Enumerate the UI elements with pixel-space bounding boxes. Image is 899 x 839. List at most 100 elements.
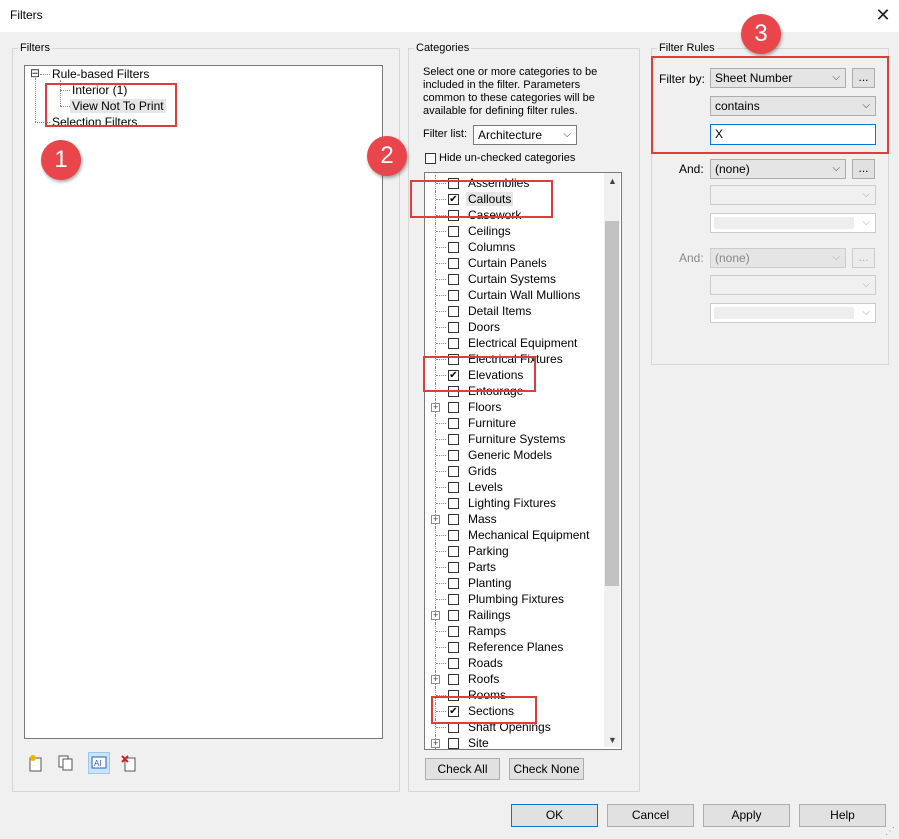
and2-select[interactable]: (none) ⌵ bbox=[710, 248, 846, 268]
filter-list-select[interactable]: Architecture ⌵ bbox=[473, 125, 577, 145]
category-item[interactable]: Doors bbox=[425, 319, 603, 335]
category-checkbox[interactable] bbox=[448, 322, 459, 333]
expand-icon[interactable]: + bbox=[431, 515, 440, 524]
category-item[interactable]: Detail Items bbox=[425, 303, 603, 319]
and1-operator-select[interactable]: ⌵ bbox=[710, 185, 876, 205]
category-checkbox[interactable] bbox=[448, 578, 459, 589]
category-checkbox[interactable] bbox=[448, 610, 459, 621]
category-item[interactable]: Curtain Systems bbox=[425, 271, 603, 287]
category-item[interactable]: + Floors bbox=[425, 399, 603, 415]
check-all-button[interactable]: Check All bbox=[425, 758, 500, 780]
scroll-thumb[interactable] bbox=[605, 221, 619, 586]
and2-ellipsis-button[interactable]: ... bbox=[852, 248, 875, 268]
help-button[interactable]: Help bbox=[799, 804, 886, 827]
category-item[interactable]: Curtain Wall Mullions bbox=[425, 287, 603, 303]
category-item[interactable]: Ramps bbox=[425, 623, 603, 639]
category-checkbox[interactable] bbox=[448, 530, 459, 541]
category-checkbox[interactable] bbox=[448, 626, 459, 637]
cancel-button[interactable]: Cancel bbox=[607, 804, 694, 827]
scroll-down-icon[interactable]: ▼ bbox=[608, 735, 617, 745]
category-checkbox[interactable] bbox=[448, 402, 459, 413]
category-checkbox[interactable] bbox=[448, 450, 459, 461]
category-checkbox[interactable] bbox=[448, 338, 459, 349]
category-item[interactable]: Electrical Equipment bbox=[425, 335, 603, 351]
category-checkbox[interactable] bbox=[448, 546, 459, 557]
expand-icon[interactable]: + bbox=[431, 675, 440, 684]
category-checkbox[interactable] bbox=[448, 434, 459, 445]
category-item[interactable]: Curtain Panels bbox=[425, 255, 603, 271]
category-checkbox[interactable] bbox=[448, 642, 459, 653]
close-icon[interactable]: ✕ bbox=[872, 3, 894, 27]
expand-icon[interactable]: + bbox=[431, 739, 440, 748]
category-label: Parking bbox=[468, 544, 509, 558]
category-item[interactable]: Planting bbox=[425, 575, 603, 591]
filter-list-value: Architecture bbox=[478, 128, 543, 142]
category-checkbox[interactable] bbox=[448, 306, 459, 317]
expand-icon[interactable]: + bbox=[431, 611, 440, 620]
and2-operator-select[interactable]: ⌵ bbox=[710, 275, 876, 295]
category-item[interactable]: Furniture bbox=[425, 415, 603, 431]
category-checkbox[interactable] bbox=[448, 674, 459, 685]
hide-unchecked-checkbox[interactable] bbox=[425, 153, 436, 164]
tree-connector bbox=[436, 535, 446, 536]
annotation-badge-2: 2 bbox=[367, 136, 407, 176]
category-checkbox[interactable] bbox=[448, 466, 459, 477]
tree-connector bbox=[35, 78, 36, 122]
category-checkbox[interactable] bbox=[448, 290, 459, 301]
chevron-down-icon: ⌵ bbox=[862, 217, 870, 228]
category-item[interactable]: Ceilings bbox=[425, 223, 603, 239]
category-checkbox[interactable] bbox=[448, 738, 459, 749]
category-item[interactable]: + Roofs bbox=[425, 671, 603, 687]
and1-value-select[interactable]: ⌵ bbox=[710, 213, 876, 233]
category-checkbox[interactable] bbox=[448, 418, 459, 429]
new-filter-icon[interactable] bbox=[27, 754, 45, 772]
category-item[interactable]: Generic Models bbox=[425, 447, 603, 463]
category-item[interactable]: Plumbing Fixtures bbox=[425, 591, 603, 607]
category-item[interactable]: Roads bbox=[425, 655, 603, 671]
category-checkbox[interactable] bbox=[448, 658, 459, 669]
tree-connector bbox=[436, 551, 446, 552]
check-none-button[interactable]: Check None bbox=[509, 758, 584, 780]
category-checkbox[interactable] bbox=[448, 562, 459, 573]
category-item[interactable]: + Mass bbox=[425, 511, 603, 527]
category-item[interactable]: Parking bbox=[425, 543, 603, 559]
category-checkbox[interactable] bbox=[448, 242, 459, 253]
collapse-icon[interactable]: ⊟ bbox=[30, 67, 40, 79]
category-checkbox[interactable] bbox=[448, 482, 459, 493]
category-label: Floors bbox=[468, 400, 502, 414]
category-item[interactable]: Furniture Systems bbox=[425, 431, 603, 447]
and2-value-select[interactable]: ⌵ bbox=[710, 303, 876, 323]
tree-connector bbox=[436, 599, 446, 600]
tree-rule-based-filters[interactable]: Rule-based Filters bbox=[52, 67, 149, 81]
category-checkbox[interactable] bbox=[448, 514, 459, 525]
apply-button[interactable]: Apply bbox=[703, 804, 790, 827]
category-label: Detail Items bbox=[468, 304, 532, 318]
and2-value-field bbox=[714, 307, 854, 319]
tree-connector bbox=[436, 231, 446, 232]
category-item[interactable]: Lighting Fixtures bbox=[425, 495, 603, 511]
category-checkbox[interactable] bbox=[448, 498, 459, 509]
category-item[interactable]: Parts bbox=[425, 559, 603, 575]
scroll-up-icon[interactable]: ▲ bbox=[608, 176, 617, 186]
category-item[interactable]: Levels bbox=[425, 479, 603, 495]
and1-select[interactable]: (none) ⌵ bbox=[710, 159, 846, 179]
category-item[interactable]: Reference Planes bbox=[425, 639, 603, 655]
and1-ellipsis-button[interactable]: ... bbox=[852, 159, 875, 179]
category-item[interactable]: Mechanical Equipment bbox=[425, 527, 603, 543]
duplicate-filter-icon[interactable] bbox=[57, 754, 75, 772]
ok-button[interactable]: OK bbox=[511, 804, 598, 827]
category-item[interactable]: + Site bbox=[425, 735, 603, 749]
category-item[interactable]: Columns bbox=[425, 239, 603, 255]
tree-connector bbox=[436, 647, 446, 648]
category-item[interactable]: Grids bbox=[425, 463, 603, 479]
delete-filter-icon[interactable] bbox=[120, 754, 138, 772]
category-checkbox[interactable] bbox=[448, 226, 459, 237]
resize-grip-icon[interactable]: ⋰ bbox=[885, 826, 895, 837]
category-item[interactable]: + Railings bbox=[425, 607, 603, 623]
rename-filter-icon[interactable]: AI bbox=[88, 752, 110, 774]
expand-icon[interactable]: + bbox=[431, 403, 440, 412]
category-checkbox[interactable] bbox=[448, 258, 459, 269]
categories-list[interactable]: Assemblies ✔ Callouts Casework Ceilings Colum… bbox=[424, 172, 622, 750]
category-checkbox[interactable] bbox=[448, 274, 459, 285]
category-checkbox[interactable] bbox=[448, 594, 459, 605]
